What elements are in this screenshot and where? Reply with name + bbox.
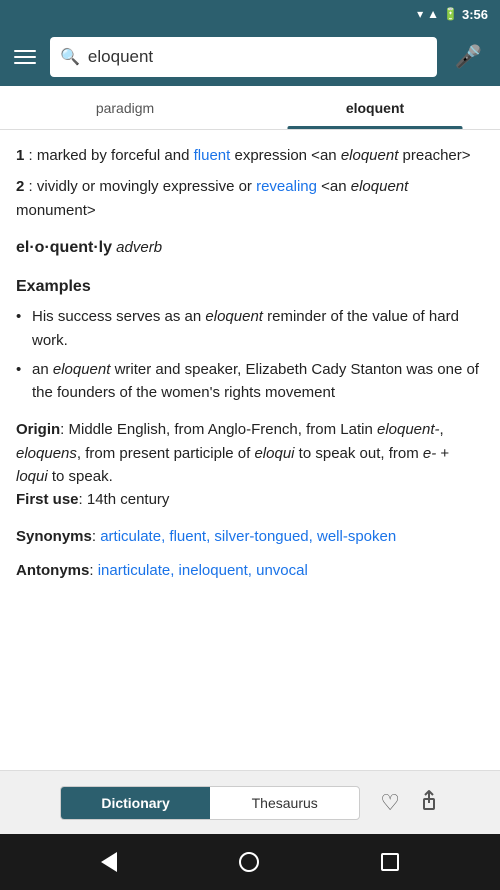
bottom-tab-dictionary[interactable]: Dictionary — [61, 787, 210, 819]
battery-icon: 🔋 — [443, 7, 458, 21]
def-text1-2: vividly or movingly expressive or — [33, 178, 256, 195]
def-link-revealing[interactable]: revealing — [256, 178, 317, 195]
content-area: 1 : marked by forceful and fluent expres… — [0, 130, 500, 770]
wifi-icon: ▲ — [427, 7, 439, 21]
home-icon — [239, 852, 259, 872]
search-input[interactable] — [88, 47, 427, 67]
bottom-tab-thesaurus[interactable]: Thesaurus — [210, 787, 359, 819]
origin-section: Origin: Middle English, from Anglo-Frenc… — [16, 418, 484, 511]
synonyms-label: Synonyms — [16, 528, 92, 545]
mic-button[interactable]: 🎤 — [447, 40, 490, 74]
origin-italic1: eloquent- — [377, 421, 440, 438]
search-icon: 🔍 — [60, 47, 80, 67]
nav-bar — [0, 834, 500, 890]
action-icons: ♡ — [380, 789, 440, 817]
first-use-label: First use — [16, 491, 79, 508]
ex2-italic: eloquent — [53, 361, 111, 378]
def-text2-2: <an — [317, 178, 351, 195]
headword: el·o·quent·ly — [16, 239, 112, 256]
heart-icon[interactable]: ♡ — [380, 790, 400, 816]
status-bar: ▾ ▲ 🔋 3:56 — [0, 0, 500, 28]
tab-eloquent[interactable]: eloquent — [250, 86, 500, 129]
ex2-text1: an — [32, 361, 53, 378]
share-icon[interactable] — [418, 789, 440, 817]
def-text1-1: marked by forceful and — [33, 147, 194, 164]
word-form: el·o·quent·ly adverb — [16, 236, 484, 261]
search-bar: 🔍 — [50, 37, 437, 77]
tab-paradigm[interactable]: paradigm — [0, 86, 250, 129]
origin-text2: , — [440, 421, 444, 438]
example-2: an eloquent writer and speaker, Elizabet… — [16, 358, 484, 405]
origin-text3: , from present participle of — [77, 445, 255, 462]
def-italic-2: eloquent — [351, 178, 409, 195]
bottom-bar: Dictionary Thesaurus ♡ — [0, 770, 500, 834]
back-button[interactable] — [93, 844, 125, 880]
def-colon-1: : — [24, 147, 32, 164]
antonyms-label: Antonyms — [16, 562, 89, 579]
antonyms-items[interactable]: inarticulate, ineloquent, unvocal — [98, 562, 308, 579]
back-icon — [101, 852, 117, 872]
signal-icon: ▾ — [417, 7, 423, 21]
origin-text4: to speak out, from — [295, 445, 423, 462]
antonyms-section: Antonyms: inarticulate, ineloquent, unvo… — [16, 559, 484, 582]
first-use-text: : 14th century — [79, 491, 170, 508]
status-icons: ▾ ▲ 🔋 3:56 — [417, 7, 488, 22]
def-italic-1: eloquent — [341, 147, 399, 164]
recent-icon — [381, 853, 399, 871]
examples-title: Examples — [16, 275, 484, 300]
synonyms-items[interactable]: articulate, fluent, silver-tongued, well… — [100, 528, 396, 545]
antonyms-colon: : — [89, 562, 97, 579]
tab-bar: paradigm eloquent — [0, 86, 500, 130]
def-link-fluent[interactable]: fluent — [194, 147, 231, 164]
recents-button[interactable] — [373, 845, 407, 879]
origin-italic3: eloqui — [254, 445, 294, 462]
definition-2: 2 : vividly or movingly expressive or re… — [16, 175, 484, 222]
status-time: 3:56 — [462, 7, 488, 22]
pos-label: adverb — [112, 239, 162, 256]
origin-italic5: loqui — [16, 468, 48, 485]
def-text3-1: preacher> — [398, 147, 470, 164]
ex1-italic: eloquent — [205, 308, 263, 325]
origin-italic4: e- — [423, 445, 436, 462]
bottom-tabs: Dictionary Thesaurus — [60, 786, 360, 820]
def-text3-2: monument> — [16, 202, 96, 219]
origin-text1: : Middle English, from Anglo-French, fro… — [60, 421, 377, 438]
home-button[interactable] — [231, 844, 267, 880]
def-text2-1: expression <an — [230, 147, 341, 164]
examples-list: His success serves as an eloquent remind… — [16, 305, 484, 404]
ex1-text1: His success serves as an — [32, 308, 205, 325]
origin-text6: to speak. — [48, 468, 113, 485]
menu-button[interactable] — [10, 46, 40, 68]
origin-label: Origin — [16, 421, 60, 438]
origin-italic2: eloquens — [16, 445, 77, 462]
origin-text5: + — [436, 445, 449, 462]
def-colon-2: : — [24, 178, 32, 195]
synonyms-colon: : — [92, 528, 100, 545]
example-1: His success serves as an eloquent remind… — [16, 305, 484, 352]
synonyms-section: Synonyms: articulate, fluent, silver-ton… — [16, 525, 484, 548]
top-bar: 🔍 🎤 — [0, 28, 500, 86]
examples-section: Examples His success serves as an eloque… — [16, 275, 484, 405]
definition-1: 1 : marked by forceful and fluent expres… — [16, 144, 484, 167]
